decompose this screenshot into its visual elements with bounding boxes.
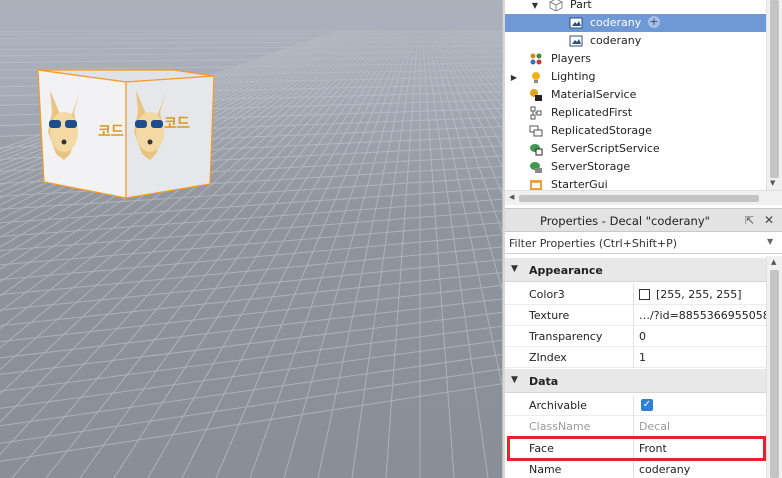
material-service-icon xyxy=(530,89,542,101)
tree-item-coderany-selected[interactable]: coderany + xyxy=(505,14,766,32)
prop-name: Texture xyxy=(529,309,570,322)
explorer-panel: ▼ Part coderany + coderany Players ▶ Lig… xyxy=(505,0,782,205)
undock-icon[interactable]: ⇱ xyxy=(745,214,759,228)
decal-icon xyxy=(569,17,583,29)
close-icon[interactable]: ✕ xyxy=(764,213,778,227)
face-highlight-annotation xyxy=(507,436,766,461)
players-icon xyxy=(530,53,542,65)
collapse-arrow-icon[interactable]: ▼ xyxy=(511,375,518,385)
prop-name: ZIndex xyxy=(529,351,567,364)
prop-value[interactable]: 1 xyxy=(639,351,646,364)
category-data[interactable]: ▼ Data xyxy=(505,369,766,393)
category-label: Appearance xyxy=(529,264,603,277)
prop-value[interactable]: …/?id=88553669550586 xyxy=(639,309,766,322)
tree-item-coderany[interactable]: coderany xyxy=(505,32,766,50)
prop-name: ClassName xyxy=(529,420,591,433)
tree-item-label: MaterialService xyxy=(551,88,637,101)
tree-item-label: coderany xyxy=(590,34,642,47)
filter-properties-input[interactable] xyxy=(509,236,759,250)
expand-arrow-icon[interactable]: ▼ xyxy=(530,0,540,10)
prop-row-classname: ClassName Decal xyxy=(505,416,766,437)
decal-logo-text-left: 코드 xyxy=(98,124,124,140)
lighting-icon xyxy=(532,72,540,83)
server-storage-icon xyxy=(530,162,542,173)
tree-item-replicated-first[interactable]: ReplicatedFirst xyxy=(505,104,766,122)
scroll-left-icon[interactable]: ◀ xyxy=(509,193,514,201)
prop-name: Archivable xyxy=(529,399,587,412)
3d-viewport[interactable]: 코드 코드 xyxy=(0,0,502,478)
checkbox-checked[interactable]: ✓ xyxy=(641,399,653,411)
tree-item-material-service[interactable]: MaterialService xyxy=(505,86,766,104)
prop-row-transparency[interactable]: Transparency 0 xyxy=(505,326,766,347)
decal-logo-text-right: 코드 xyxy=(164,116,190,132)
prop-name: Transparency xyxy=(529,330,603,343)
server-script-service-icon xyxy=(530,144,543,156)
prop-value[interactable]: [255, 255, 255] xyxy=(656,288,742,301)
prop-value[interactable]: coderany xyxy=(639,463,690,476)
tree-item-server-storage[interactable]: ServerStorage xyxy=(505,158,766,176)
decal-icon xyxy=(569,35,583,47)
explorer-vertical-scrollbar[interactable]: ▼ xyxy=(766,0,782,190)
scrollbar-thumb[interactable] xyxy=(519,195,759,202)
prop-value[interactable]: 0 xyxy=(639,330,646,343)
tree-item-label: coderany xyxy=(590,16,642,29)
properties-title: Properties - Decal "coderany" xyxy=(540,214,710,228)
tree-item-label: ServerScriptService xyxy=(551,142,660,155)
prop-name: Color3 xyxy=(529,288,565,301)
tree-item-part[interactable]: ▼ Part xyxy=(505,0,766,14)
scroll-up-icon[interactable]: ▲ xyxy=(771,258,776,266)
properties-header: Properties - Decal "coderany" ⇱ ✕ xyxy=(505,208,782,232)
prop-row-color3[interactable]: Color3 [255, 255, 255] xyxy=(505,284,766,305)
tree-item-label: Part xyxy=(570,0,592,11)
tree-item-label: ReplicatedStorage xyxy=(551,124,652,137)
filter-bar: ▼ xyxy=(505,232,782,254)
tree-item-replicated-storage[interactable]: ReplicatedStorage xyxy=(505,122,766,140)
prop-row-texture[interactable]: Texture …/?id=88553669550586 xyxy=(505,305,766,326)
scrollbar-thumb[interactable] xyxy=(770,270,779,478)
prop-value: Decal xyxy=(639,420,671,433)
part-cube[interactable]: 코드 코드 xyxy=(36,66,216,206)
scroll-down-icon[interactable]: ▼ xyxy=(770,179,775,187)
collapse-arrow-icon[interactable]: ▼ xyxy=(511,264,518,274)
replicated-storage-icon xyxy=(529,125,543,137)
part-icon xyxy=(549,0,563,12)
tree-item-label: ReplicatedFirst xyxy=(551,106,633,119)
properties-vertical-scrollbar[interactable]: ▲ xyxy=(766,256,782,478)
color-swatch[interactable] xyxy=(639,289,650,300)
prop-row-archivable[interactable]: Archivable ✓ xyxy=(505,395,766,416)
replicated-first-icon xyxy=(530,106,542,120)
tree-item-label: Players xyxy=(551,52,591,65)
prop-row-zindex[interactable]: ZIndex 1 xyxy=(505,347,766,368)
prop-row-name[interactable]: Name coderany xyxy=(505,459,766,478)
chevron-down-icon[interactable]: ▼ xyxy=(767,237,773,246)
scrollbar-thumb[interactable] xyxy=(770,0,779,178)
tree-item-label: Lighting xyxy=(551,70,596,83)
collapse-arrow-icon[interactable]: ▶ xyxy=(509,72,519,82)
category-label: Data xyxy=(529,375,559,388)
prop-name: Name xyxy=(529,463,562,476)
category-appearance[interactable]: ▼ Appearance xyxy=(505,258,766,282)
tree-item-players[interactable]: Players xyxy=(505,50,766,68)
tree-item-lighting[interactable]: ▶ Lighting xyxy=(505,68,766,86)
add-object-icon[interactable]: + xyxy=(648,16,660,28)
tree-item-label: ServerStorage xyxy=(551,160,631,173)
tree-item-server-script-service[interactable]: ServerScriptService xyxy=(505,140,766,158)
explorer-horizontal-scrollbar[interactable]: ◀ xyxy=(505,190,782,205)
